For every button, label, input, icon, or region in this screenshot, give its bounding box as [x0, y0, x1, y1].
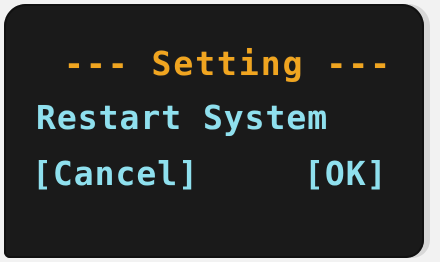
ok-button[interactable]: [OK] — [304, 154, 387, 194]
screen-title: --- Setting --- — [63, 44, 392, 83]
cancel-button[interactable]: [Cancel] — [32, 154, 199, 194]
lcd-screen: --- Setting --- Restart System [Cancel] … — [4, 4, 424, 258]
prompt-message: Restart System — [36, 98, 329, 137]
device-bezel: --- Setting --- Restart System [Cancel] … — [0, 0, 440, 262]
